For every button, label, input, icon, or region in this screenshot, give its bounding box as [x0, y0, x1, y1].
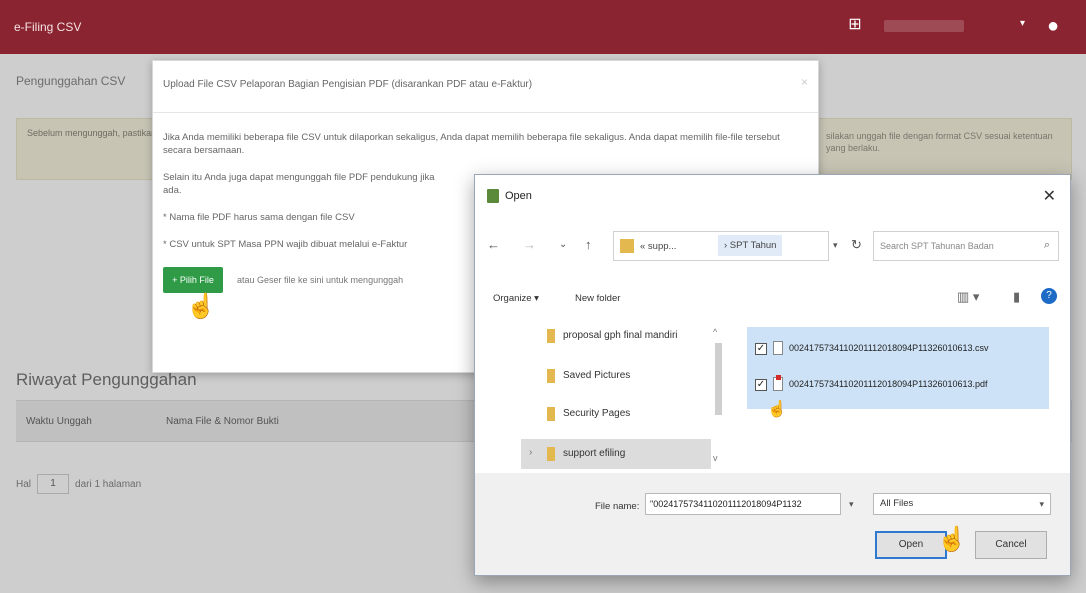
tree-item[interactable]: Saved Pictures — [521, 361, 711, 391]
command-bar: Organize ▾ New folder ▥ ▾ ▮ ? — [475, 283, 1070, 315]
chevron-down-icon[interactable]: ▾ — [1020, 18, 1025, 29]
file-item[interactable]: ✓ 0024175734110201112018094P11326010613.… — [755, 337, 1045, 363]
chevron-down-icon[interactable]: ▾ — [849, 499, 854, 510]
chevron-right-icon[interactable]: › — [529, 447, 532, 458]
modal-paragraph: * Nama file PDF harus sama dengan file C… — [163, 212, 355, 223]
pdf-file-icon — [773, 375, 783, 391]
modal-paragraph: Selain itu Anda juga dapat mengunggah fi… — [163, 172, 435, 196]
browse-file-button[interactable]: + Pilih File — [163, 267, 223, 293]
tree-item-label: proposal gph final mandiri — [563, 330, 678, 341]
hand-cursor-icon: ☝ — [937, 526, 967, 553]
file-type-select[interactable]: All Files ▾ — [873, 493, 1051, 515]
scroll-down-icon[interactable]: v — [713, 453, 718, 463]
back-arrow-icon[interactable]: ← — [487, 237, 500, 252]
app-top-bar: e-Filing CSV ⊞ ▾ ● — [0, 0, 1086, 54]
csv-file-icon — [773, 341, 783, 355]
forward-arrow-icon[interactable]: → — [523, 237, 536, 252]
modal-paragraph: Jika Anda memiliki beberapa file CSV unt… — [163, 132, 780, 156]
dialog-footer: File name: "0024175734110201112018094P11… — [475, 473, 1070, 575]
search-input[interactable]: Search SPT Tahunan Badan ⌕ — [873, 231, 1059, 261]
hand-cursor-icon: ☝ — [186, 293, 216, 320]
breadcrumb-item-current[interactable]: › SPT Tahun — [718, 235, 783, 256]
dialog-title-bar: Open ✕ — [475, 175, 1070, 219]
refresh-icon[interactable]: ↻ — [851, 237, 862, 253]
breadcrumb-item[interactable]: « supp... — [640, 241, 676, 252]
cancel-button[interactable]: Cancel — [975, 531, 1047, 559]
preview-pane-icon[interactable]: ▮ — [1013, 289, 1020, 305]
open-file-dialog: Open ✕ ← → ⌄ ↑ « supp... › SPT Tahun ▾ ↻… — [474, 174, 1071, 576]
scroll-up-icon[interactable]: ^ — [713, 327, 717, 337]
help-icon[interactable]: ? — [1041, 288, 1057, 304]
modal-header: Upload File CSV Pelaporan Bagian Pengisi… — [153, 61, 818, 113]
file-name-input[interactable]: "0024175734110201112018094P1132 — [645, 493, 841, 515]
folder-icon — [547, 407, 555, 421]
chevron-down-icon: ▾ — [1039, 499, 1044, 509]
file-type-value: All Files — [880, 498, 914, 509]
tree-item-label: Saved Pictures — [563, 370, 631, 381]
scroll-thumb[interactable] — [715, 343, 722, 415]
search-placeholder: Search SPT Tahunan Badan — [880, 241, 994, 251]
address-bar[interactable]: « supp... › SPT Tahun — [613, 231, 829, 261]
file-list: ✓ 0024175734110201112018094P11326010613.… — [747, 327, 1049, 409]
app-icon — [487, 189, 499, 203]
folder-tree: proposal gph final mandiri Saved Picture… — [501, 321, 729, 469]
tree-item[interactable]: proposal gph final mandiri — [521, 321, 711, 351]
close-icon[interactable]: × — [801, 75, 808, 89]
search-icon: ⌕ — [1043, 239, 1050, 251]
checkbox[interactable]: ✓ — [755, 379, 767, 391]
up-arrow-icon[interactable]: ↑ — [585, 237, 592, 252]
checkbox[interactable]: ✓ — [755, 343, 767, 355]
tree-item-label: support efiling — [563, 448, 626, 459]
file-name: 0024175734110201112018094P11326010613.cs… — [789, 343, 989, 353]
folder-icon — [547, 447, 555, 461]
modal-title: Upload File CSV Pelaporan Bagian Pengisi… — [163, 79, 533, 90]
tree-item-label: Security Pages — [563, 408, 631, 419]
tree-scrollbar[interactable]: ^ v — [713, 327, 725, 463]
app-title[interactable]: e-Filing CSV — [14, 20, 81, 34]
user-avatar-icon[interactable]: ● — [1042, 14, 1064, 38]
new-folder-button[interactable]: New folder — [575, 293, 620, 304]
tree-item-selected[interactable]: › support efiling — [521, 439, 711, 469]
close-icon[interactable]: ✕ — [1043, 186, 1056, 206]
view-options-icon[interactable]: ▥ ▾ — [957, 289, 979, 305]
navigation-bar: ← → ⌄ ↑ « supp... › SPT Tahun ▾ ↻ Search… — [475, 229, 1070, 263]
browse-row: + Pilih File atau Geser file ke sini unt… — [163, 267, 403, 293]
dialog-title: Open — [505, 190, 532, 202]
file-name: 0024175734110201112018094P11326010613.pd… — [789, 379, 988, 389]
file-name-label: File name: — [595, 501, 640, 512]
tree-item[interactable]: Security Pages — [521, 399, 711, 429]
folder-icon — [620, 239, 634, 253]
recent-locations-icon[interactable]: ⌄ — [559, 239, 567, 250]
folder-icon — [547, 329, 555, 343]
organize-button[interactable]: Organize ▾ — [493, 293, 539, 304]
file-item[interactable]: ✓ 0024175734110201112018094P11326010613.… — [755, 373, 1045, 399]
modal-paragraph: * CSV untuk SPT Masa PPN wajib dibuat me… — [163, 239, 408, 250]
user-name[interactable] — [884, 20, 964, 32]
apps-grid-icon[interactable]: ⊞ — [846, 16, 864, 34]
hand-cursor-icon: ☝ — [767, 401, 787, 418]
browse-note: atau Geser file ke sini untuk mengunggah — [237, 275, 404, 285]
folder-icon — [547, 369, 555, 383]
chevron-down-icon[interactable]: ▾ — [833, 240, 838, 251]
